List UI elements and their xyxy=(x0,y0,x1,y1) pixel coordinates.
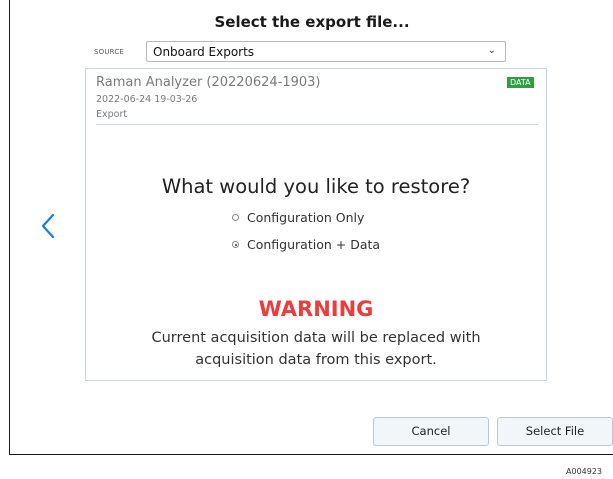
chevron-down-icon: ⌄ xyxy=(487,45,496,56)
option-configuration-data[interactable]: Configuration + Data xyxy=(232,237,380,252)
export-file-header: Raman Analyzer (20220624-1903) 2022-06-2… xyxy=(86,69,546,125)
figure-id: A004923 xyxy=(566,467,603,476)
warning-title: WARNING xyxy=(258,297,374,321)
option-label: Configuration Only xyxy=(247,210,365,225)
export-file-date: 2022-06-24 19-03-26 xyxy=(96,94,198,105)
option-label: Configuration + Data xyxy=(247,237,381,252)
cancel-button[interactable]: Cancel xyxy=(373,417,489,446)
radio-unselected-icon[interactable] xyxy=(232,214,239,221)
warning-line-1: Current acquisition data will be replace… xyxy=(151,330,481,346)
radio-selected-icon[interactable] xyxy=(232,241,239,248)
source-select-value: Onboard Exports xyxy=(153,45,255,59)
export-file-card[interactable]: Raman Analyzer (20220624-1903) 2022-06-2… xyxy=(85,68,547,381)
warning-line-2: acquisition data from this export. xyxy=(195,352,437,368)
option-configuration-only[interactable]: Configuration Only xyxy=(232,210,364,225)
source-select[interactable]: Onboard Exports ⌄ xyxy=(146,41,506,62)
restore-question: What would you like to restore? xyxy=(161,175,471,198)
export-dialog: Select the export file... SOURCE Onboard… xyxy=(9,0,613,455)
warning-message: Current acquisition data will be replace… xyxy=(86,327,546,371)
chevron-left-icon[interactable] xyxy=(40,213,56,239)
select-file-button[interactable]: Select File xyxy=(497,417,613,446)
source-label: SOURCE xyxy=(94,48,125,56)
card-divider xyxy=(96,124,538,125)
export-file-type: Export xyxy=(96,109,128,120)
data-badge: DATA xyxy=(507,77,534,88)
dialog-title: Select the export file... xyxy=(214,13,410,31)
export-file-name: Raman Analyzer (20220624-1903) xyxy=(96,75,321,90)
